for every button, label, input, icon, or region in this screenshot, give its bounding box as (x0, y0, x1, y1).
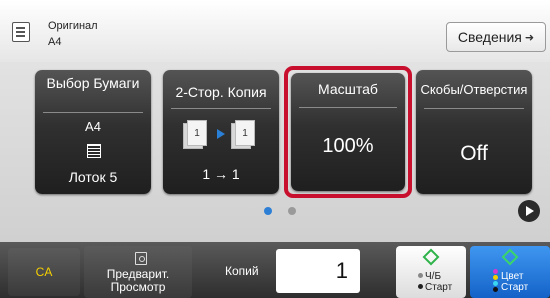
next-page-icon (526, 206, 534, 216)
divider (424, 108, 524, 109)
duplex-copy-tile[interactable]: 2-Стор. Копия 1 1 1 → 1 (163, 70, 279, 194)
duplex-target-page: 1 (235, 120, 255, 146)
duplex-source-page: 1 (187, 120, 207, 146)
paper-size-value: A4 (85, 119, 101, 134)
staple-punch-tile[interactable]: Скобы/Отверстия Off (416, 70, 532, 194)
scale-tile[interactable]: Масштаб 100% (291, 73, 405, 191)
details-label: Сведения (457, 29, 522, 45)
function-area: Выбор Бумаги A4 Лоток 5 2-Стор. Копия 1 … (0, 62, 550, 242)
details-button[interactable]: Сведения ➜ (446, 22, 546, 52)
start-diamond-icon (422, 248, 440, 266)
staple-punch-title: Скобы/Отверстия (420, 82, 528, 97)
page-indicator-active[interactable] (264, 207, 272, 215)
preview-button[interactable]: Предварит. Просмотр (84, 246, 192, 298)
clear-all-label: CA (35, 265, 53, 279)
bw-dot-icon (418, 273, 423, 278)
bw-start-line2: Старт (425, 282, 453, 293)
color-dot-icon (493, 275, 498, 280)
duplex-copy-title: 2-Стор. Копия (175, 84, 267, 100)
copies-label: Копий (225, 264, 259, 278)
start-diamond-icon (501, 248, 519, 266)
next-page-button[interactable] (518, 200, 540, 222)
arrow-right-icon: ➜ (524, 31, 535, 44)
bw-start-button[interactable]: Ч/Б Старт (396, 246, 466, 298)
duplex-arrow-icon (217, 129, 225, 139)
color-start-line2: Старт (501, 282, 529, 293)
paper-select-title: Выбор Бумаги (46, 75, 140, 91)
copies-field[interactable]: 1 (276, 249, 360, 293)
top-bar: Оригинал A4 Сведения ➜ (0, 0, 550, 62)
color-dot-icon (493, 281, 498, 286)
bottom-bar: CA Предварит. Просмотр Копий 1 Ч/Б Старт… (0, 242, 550, 298)
color-start-button[interactable]: Цвет Старт (470, 246, 550, 298)
clear-all-button[interactable]: CA (8, 248, 80, 296)
divider (299, 107, 397, 108)
scale-title: Масштаб (318, 81, 378, 97)
paper-tray-icon (87, 144, 101, 158)
copies-value: 1 (335, 258, 348, 283)
preview-label: Предварит. Просмотр (106, 267, 170, 294)
paper-select-tile[interactable]: Выбор Бумаги A4 Лоток 5 (35, 70, 151, 194)
duplex-mode-value: 1 → 1 (202, 166, 240, 182)
scale-value: 100% (322, 135, 374, 157)
color-dot-icon (493, 287, 498, 292)
original-label: Оригинал (48, 20, 98, 32)
paper-tray-value: Лоток 5 (68, 169, 118, 185)
staple-punch-value: Off (460, 142, 488, 165)
color-start-line1: Цвет (501, 271, 524, 282)
page-indicator[interactable] (288, 207, 296, 215)
divider (43, 112, 143, 113)
duplex-pages-icon: 1 1 (183, 120, 255, 150)
bw-dot-icon (418, 284, 423, 289)
divider (171, 108, 271, 109)
preview-icon (135, 252, 147, 265)
original-document-icon (12, 22, 30, 42)
color-dot-icon (493, 269, 498, 274)
bw-start-line1: Ч/Б (425, 271, 442, 282)
original-size: A4 (48, 36, 62, 48)
